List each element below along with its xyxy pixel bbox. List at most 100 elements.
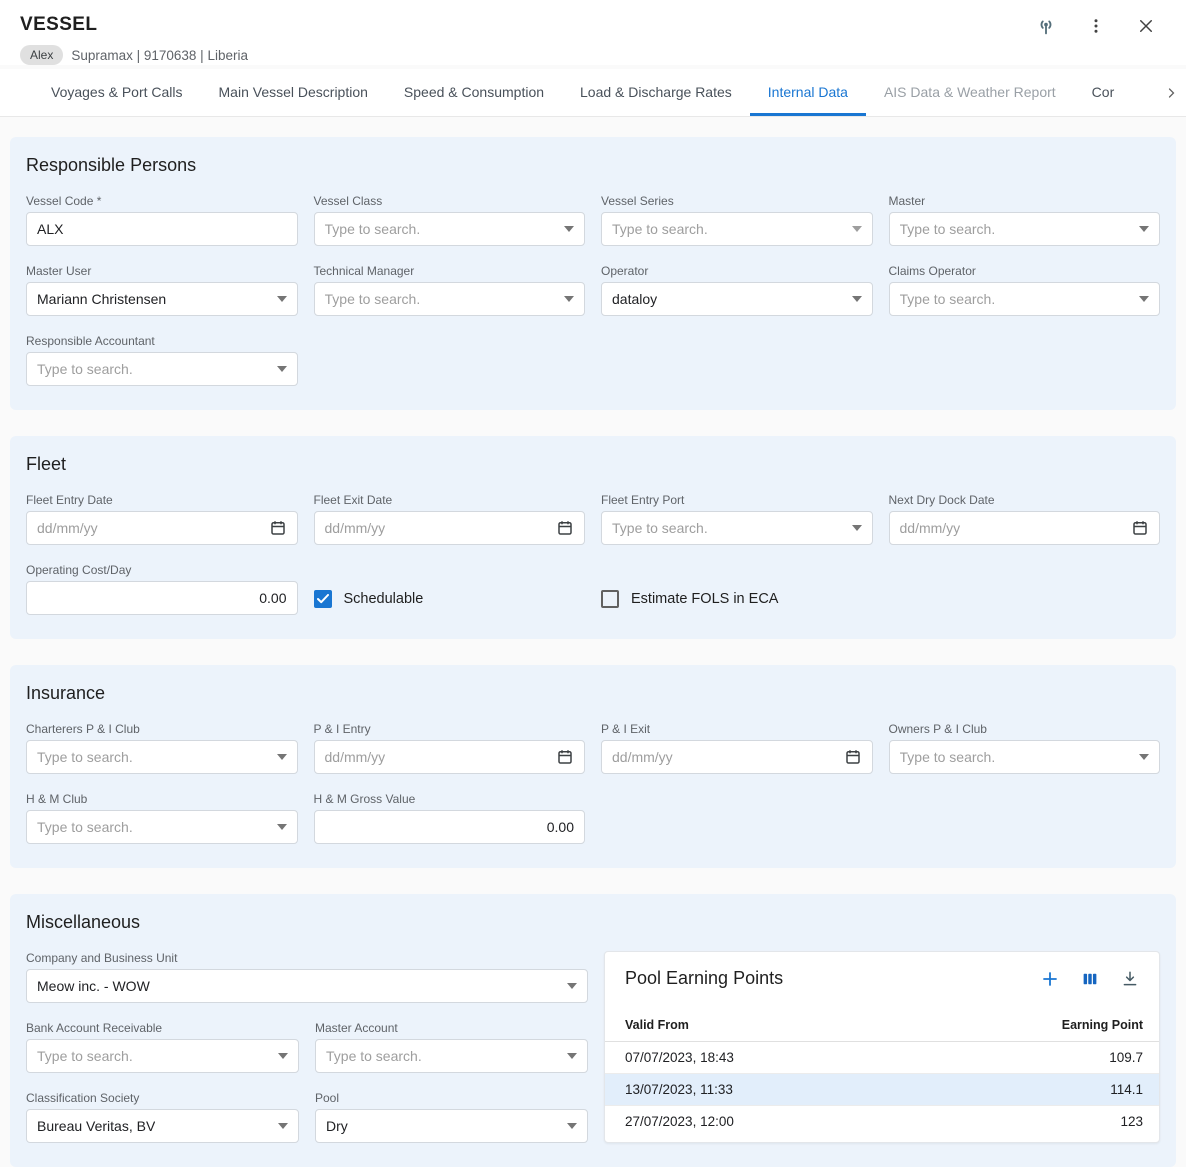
master-user-select[interactable]: Mariann Christensen — [26, 282, 298, 316]
field-label: Operator — [601, 264, 873, 278]
field-label: Bank Account Receivable — [26, 1021, 299, 1035]
chevron-down-icon — [277, 824, 287, 830]
calendar-icon[interactable] — [1131, 519, 1149, 537]
kebab-menu-icon[interactable] — [1084, 14, 1108, 38]
classification-society-select[interactable]: Bureau Veritas, BV — [26, 1109, 299, 1143]
pool-table-header: Valid From Earning Point — [605, 1009, 1159, 1042]
master-account-field: Master Account Type to search. — [315, 1021, 588, 1073]
fleet-exit-date-input[interactable] — [325, 520, 549, 536]
hm-club-select[interactable]: Type to search. — [26, 810, 298, 844]
field-label: Fleet Entry Date — [26, 493, 298, 507]
add-icon[interactable] — [1041, 970, 1059, 988]
chevron-down-icon — [852, 525, 862, 531]
master-account-select[interactable]: Type to search. — [315, 1039, 588, 1073]
calendar-icon[interactable] — [556, 748, 574, 766]
field-label: Classification Society — [26, 1091, 299, 1105]
section-miscellaneous: Miscellaneous Company and Business Unit … — [10, 894, 1176, 1167]
next-dry-dock-date-input[interactable] — [900, 520, 1124, 536]
fleet-spacer — [889, 563, 1161, 615]
field-label: P & I Exit — [601, 722, 873, 736]
chevron-down-icon — [564, 296, 574, 302]
broadcast-icon[interactable] — [1034, 14, 1058, 38]
field-label: H & M Gross Value — [314, 792, 586, 806]
chevron-down-icon — [567, 1053, 577, 1059]
tab-cor-truncated[interactable]: Cor — [1074, 69, 1133, 116]
pi-entry-input[interactable] — [325, 749, 549, 765]
cell-earning-point: 114.1 — [1110, 1082, 1143, 1097]
checkbox-checked-icon — [314, 590, 332, 608]
select-placeholder: Type to search. — [37, 361, 133, 377]
tab-ais-data-weather-report[interactable]: AIS Data & Weather Report — [866, 69, 1074, 116]
field-label: Owners P & I Club — [889, 722, 1161, 736]
calendar-icon[interactable] — [844, 748, 862, 766]
cell-earning-point: 123 — [1120, 1114, 1143, 1129]
calendar-icon[interactable] — [269, 519, 287, 537]
fleet-entry-date-input[interactable] — [37, 520, 261, 536]
vessel-code-input[interactable] — [37, 221, 287, 237]
company-business-unit-field: Company and Business Unit Meow inc. - WO… — [26, 951, 588, 1003]
table-row-selected[interactable]: 13/07/2023, 11:33 114.1 — [605, 1074, 1159, 1106]
responsible-accountant-select[interactable]: Type to search. — [26, 352, 298, 386]
select-placeholder: Type to search. — [612, 221, 708, 237]
vessel-class-select[interactable]: Type to search. — [314, 212, 586, 246]
charterers-pi-club-select[interactable]: Type to search. — [26, 740, 298, 774]
section-title: Fleet — [26, 454, 1160, 475]
hm-gross-value-input[interactable] — [325, 819, 575, 835]
hm-gross-value-wrap — [314, 810, 586, 844]
select-placeholder: Type to search. — [900, 291, 996, 307]
select-placeholder: Type to search. — [37, 1048, 133, 1064]
pi-exit-input[interactable] — [612, 749, 836, 765]
schedulable-checkbox[interactable]: Schedulable — [314, 590, 424, 608]
section-title: Insurance — [26, 683, 1160, 704]
select-placeholder: Type to search. — [900, 221, 996, 237]
operating-cost-wrap — [26, 581, 298, 615]
page-title: VESSEL — [20, 14, 97, 36]
estimate-fols-checkbox[interactable]: Estimate FOLS in ECA — [601, 590, 778, 608]
table-row[interactable]: 27/07/2023, 12:00 123 — [605, 1106, 1159, 1137]
field-label: Technical Manager — [314, 264, 586, 278]
owners-pi-club-field: Owners P & I Club Type to search. — [889, 722, 1161, 774]
pool-select[interactable]: Dry — [315, 1109, 588, 1143]
vessel-code-field: Vessel Code * — [26, 194, 298, 246]
vessel-series-select[interactable]: Type to search. — [601, 212, 873, 246]
field-label: Pool — [315, 1091, 588, 1105]
tab-main-vessel-description[interactable]: Main Vessel Description — [201, 69, 386, 116]
master-select[interactable]: Type to search. — [889, 212, 1161, 246]
checkbox-unchecked-icon — [601, 590, 619, 608]
select-placeholder: Type to search. — [37, 819, 133, 835]
next-dry-dock-date-wrap — [889, 511, 1161, 545]
insurance-spacer — [601, 792, 873, 844]
tab-voyages-port-calls[interactable]: Voyages & Port Calls — [33, 69, 201, 116]
master-field: Master Type to search. — [889, 194, 1161, 246]
pi-exit-wrap — [601, 740, 873, 774]
tab-load-discharge-rates[interactable]: Load & Discharge Rates — [562, 69, 750, 116]
company-business-unit-select[interactable]: Meow inc. - WOW — [26, 969, 588, 1003]
cell-valid-from: 07/07/2023, 18:43 — [625, 1050, 734, 1065]
columns-icon[interactable] — [1081, 970, 1099, 988]
fleet-exit-date-field: Fleet Exit Date — [314, 493, 586, 545]
claims-operator-select[interactable]: Type to search. — [889, 282, 1161, 316]
cell-valid-from: 27/07/2023, 12:00 — [625, 1114, 734, 1129]
download-icon[interactable] — [1121, 970, 1139, 988]
checkbox-label: Estimate FOLS in ECA — [631, 591, 778, 607]
select-placeholder: Type to search. — [326, 1048, 422, 1064]
calendar-icon[interactable] — [556, 519, 574, 537]
tabs-scroll-right-icon[interactable] — [1156, 69, 1186, 116]
col-valid-from: Valid From — [625, 1018, 689, 1032]
next-dry-dock-date-field: Next Dry Dock Date — [889, 493, 1161, 545]
section-title: Miscellaneous — [26, 912, 1160, 933]
fleet-entry-port-select[interactable]: Type to search. — [601, 511, 873, 545]
checkbox-label: Schedulable — [344, 591, 424, 607]
table-row[interactable]: 07/07/2023, 18:43 109.7 — [605, 1042, 1159, 1074]
section-title: Responsible Persons — [26, 155, 1160, 176]
bank-account-receivable-select[interactable]: Type to search. — [26, 1039, 299, 1073]
operator-select[interactable]: dataloy — [601, 282, 873, 316]
chevron-down-icon — [564, 226, 574, 232]
tab-internal-data[interactable]: Internal Data — [750, 69, 866, 116]
technical-manager-select[interactable]: Type to search. — [314, 282, 586, 316]
close-icon[interactable] — [1134, 14, 1158, 38]
bank-account-receivable-field: Bank Account Receivable Type to search. — [26, 1021, 299, 1073]
owners-pi-club-select[interactable]: Type to search. — [889, 740, 1161, 774]
tab-speed-consumption[interactable]: Speed & Consumption — [386, 69, 562, 116]
operating-cost-input[interactable] — [37, 590, 287, 606]
